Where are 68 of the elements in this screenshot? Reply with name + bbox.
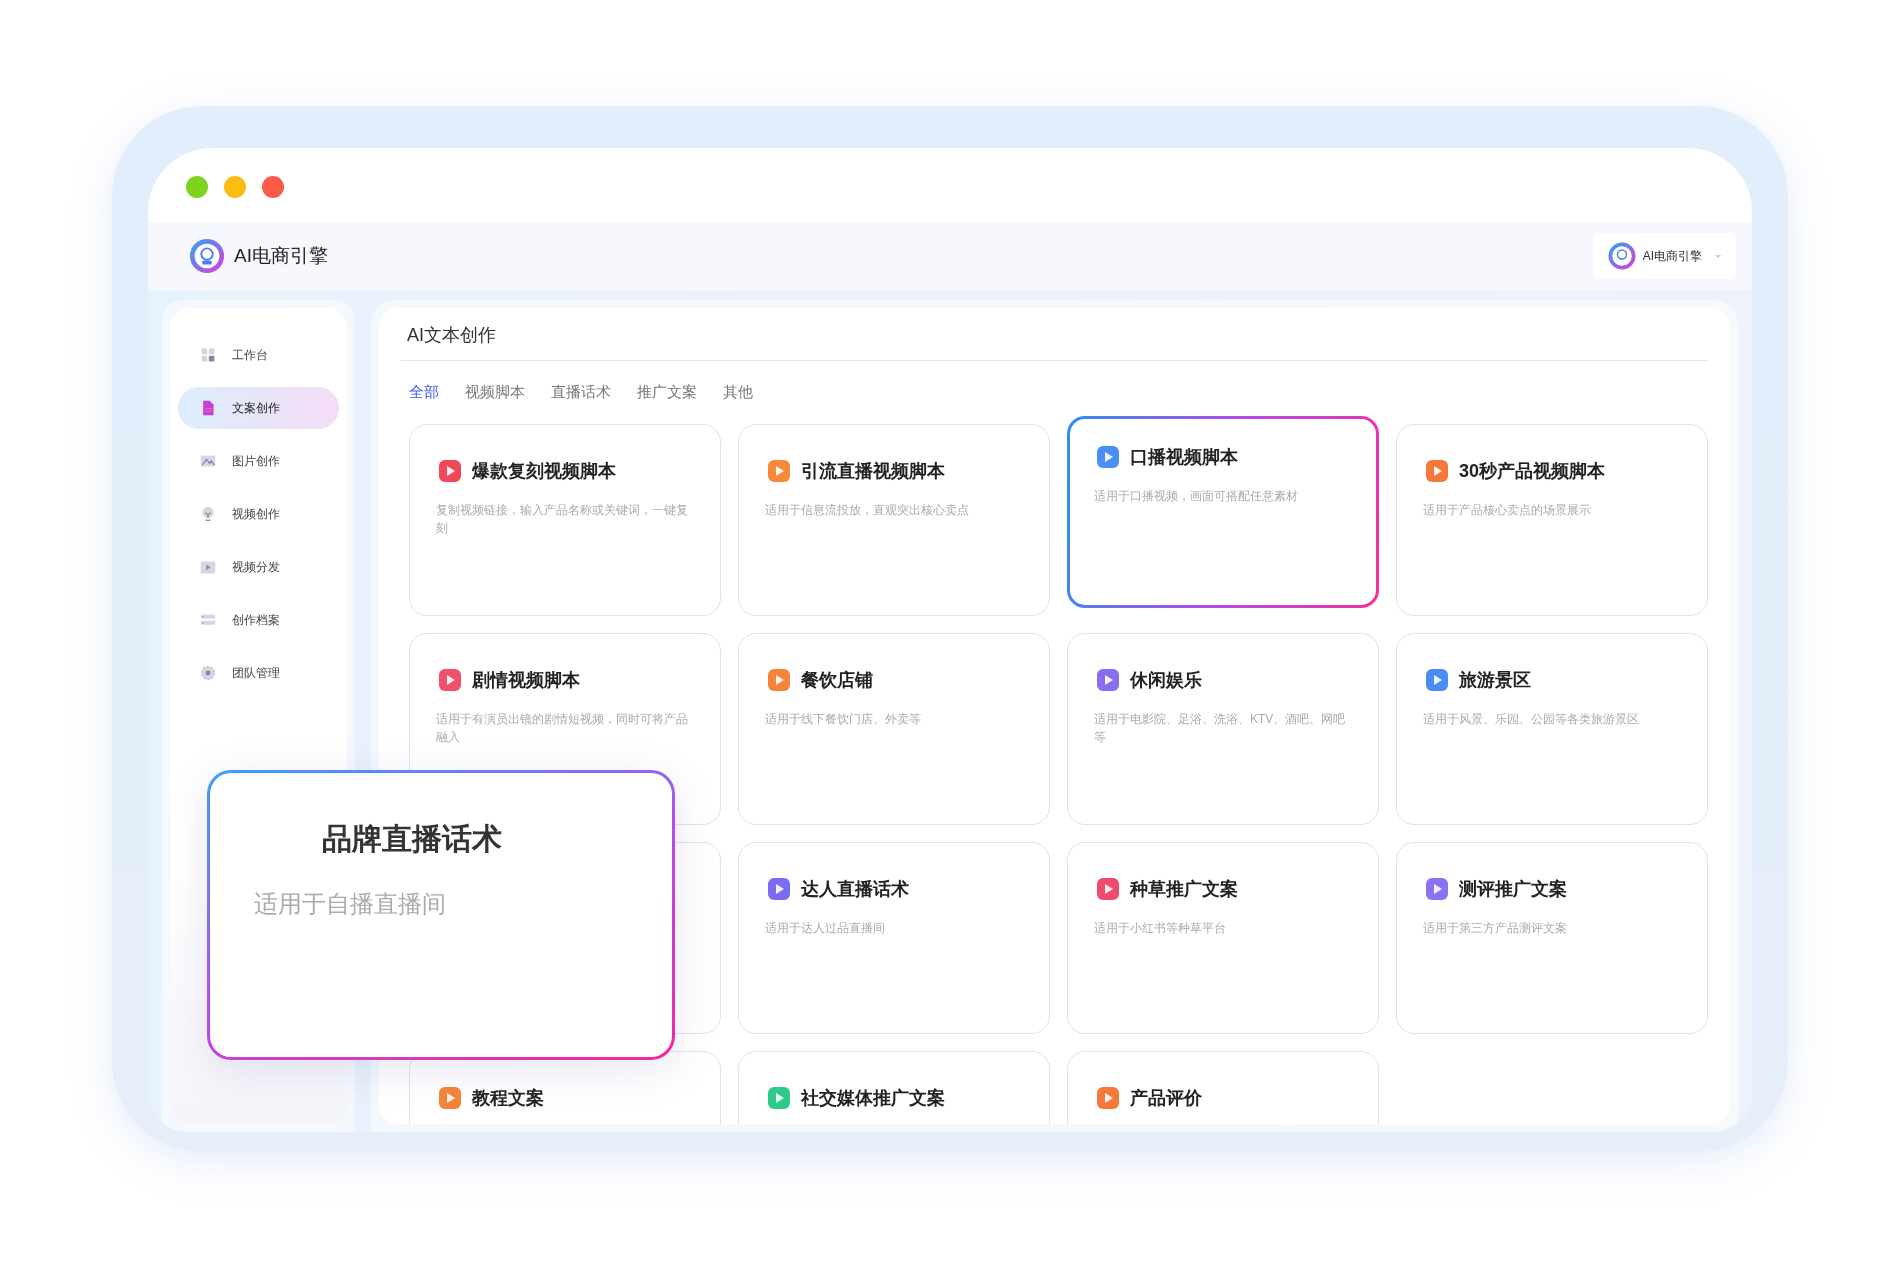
- card-preview-tooltip[interactable]: 品牌直播话术 适用于自播直播间: [207, 770, 675, 1060]
- filter-tab[interactable]: 推广文案: [629, 379, 705, 406]
- template-card[interactable]: 达人直播话术 适用于达人过品直播间: [738, 842, 1050, 1034]
- card-title: 达人直播话术: [801, 878, 909, 901]
- sidebar-item[interactable]: 工作台: [178, 334, 339, 376]
- minimize-button[interactable]: [224, 176, 246, 198]
- filter-tab[interactable]: 直播话术: [543, 379, 619, 406]
- template-card[interactable]: 餐饮店铺 适用于线下餐饮门店、外卖等: [738, 633, 1050, 825]
- doc-icon: [200, 400, 216, 416]
- template-card[interactable]: 教程文案: [409, 1051, 721, 1124]
- filter-tab[interactable]: 视频脚本: [457, 379, 533, 406]
- card-title: 30秒产品视频脚本: [1459, 460, 1606, 483]
- card-description: 适用于第三方产品测评文案: [1423, 920, 1568, 937]
- filter-tab[interactable]: 其他: [715, 379, 761, 406]
- card-title: 旅游景区: [1459, 669, 1531, 692]
- card-description: 适用于自播直播间: [254, 889, 447, 919]
- template-card[interactable]: 30秒产品视频脚本 适用于产品核心卖点的场景展示: [1396, 424, 1708, 616]
- list-icon: [200, 612, 216, 628]
- card-description: 适用于信息流投放，直观突出核心卖点: [765, 502, 970, 519]
- card-title: 餐饮店铺: [801, 669, 873, 692]
- card-description: 适用于电影院、足浴、洗浴、KTV、酒吧、网吧等: [1094, 711, 1347, 746]
- card-title: 口播视频脚本: [1130, 446, 1238, 469]
- sidebar-item[interactable]: 图片创作: [178, 440, 339, 482]
- card-title: 爆款复刻视频脚本: [472, 460, 616, 483]
- sidebar-item[interactable]: 团队管理: [178, 652, 339, 694]
- account-menu[interactable]: AI电商引擎: [1592, 233, 1736, 279]
- template-card[interactable]: 种草推广文案 适用于小红书等种草平台: [1067, 842, 1379, 1034]
- template-card[interactable]: 社交媒体推广文案: [738, 1051, 1050, 1124]
- template-card[interactable]: 爆款复刻视频脚本 复制视频链接，输入产品名称或关键词，一键复刻: [409, 424, 721, 616]
- template-card[interactable]: 休闲娱乐 适用于电影院、足浴、洗浴、KTV、酒吧、网吧等: [1067, 633, 1379, 825]
- card-title: 引流直播视频脚本: [801, 460, 945, 483]
- close-button[interactable]: [262, 176, 284, 198]
- template-card[interactable]: 口播视频脚本 适用于口播视频，画面可搭配任意素材: [1067, 416, 1379, 608]
- card-title: 产品评价: [1130, 1087, 1202, 1110]
- card-title: 剧情视频脚本: [472, 669, 580, 692]
- card-title: 休闲娱乐: [1130, 669, 1202, 692]
- maximize-button[interactable]: [186, 176, 208, 198]
- image-icon: [200, 453, 216, 469]
- play-icon: [200, 559, 216, 575]
- card-description: 适用于有演员出镜的剧情短视频，同时可将产品融入: [436, 711, 689, 746]
- sidebar-item[interactable]: 视频分发: [178, 546, 339, 588]
- template-card[interactable]: 引流直播视频脚本 适用于信息流投放，直观突出核心卖点: [738, 424, 1050, 616]
- template-card[interactable]: 测评推广文案 适用于第三方产品测评文案: [1396, 842, 1708, 1034]
- card-title: 教程文案: [472, 1087, 544, 1110]
- card-title: 种草推广文案: [1130, 878, 1238, 901]
- card-description: 适用于产品核心卖点的场景展示: [1423, 502, 1592, 519]
- grid-icon: [200, 347, 216, 363]
- app-name: AI电商引擎: [234, 244, 328, 268]
- gear-icon: [200, 665, 216, 681]
- sidebar-item[interactable]: 文案创作: [178, 387, 339, 429]
- bulb-icon: [200, 506, 216, 522]
- logo-icon: [188, 237, 226, 275]
- filter-tab[interactable]: 全部: [401, 379, 447, 406]
- card-description: 适用于达人过品直播间: [765, 920, 886, 937]
- card-description: 适用于风景、乐园、公园等各类旅游景区: [1423, 711, 1640, 728]
- card-description: 复制视频链接，输入产品名称或关键词，一键复刻: [436, 502, 689, 537]
- template-card[interactable]: 产品评价: [1067, 1051, 1379, 1124]
- card-description: 适用于小红书等种草平台: [1094, 920, 1227, 937]
- caret-icon: [1714, 253, 1722, 259]
- avatar-icon: [1606, 241, 1637, 271]
- card-description: 适用于口播视频，画面可搭配任意素材: [1094, 488, 1299, 505]
- card-title: 测评推广文案: [1459, 878, 1567, 901]
- sidebar-item[interactable]: 创作档案: [178, 599, 339, 641]
- template-card[interactable]: 旅游景区 适用于风景、乐园、公园等各类旅游景区: [1396, 633, 1708, 825]
- section-title: AI文本创作: [401, 308, 1708, 361]
- card-title: 社交媒体推广文案: [801, 1087, 945, 1110]
- sidebar-item[interactable]: 视频创作: [178, 493, 339, 535]
- card-description: 适用于线下餐饮门店、外卖等: [765, 711, 922, 728]
